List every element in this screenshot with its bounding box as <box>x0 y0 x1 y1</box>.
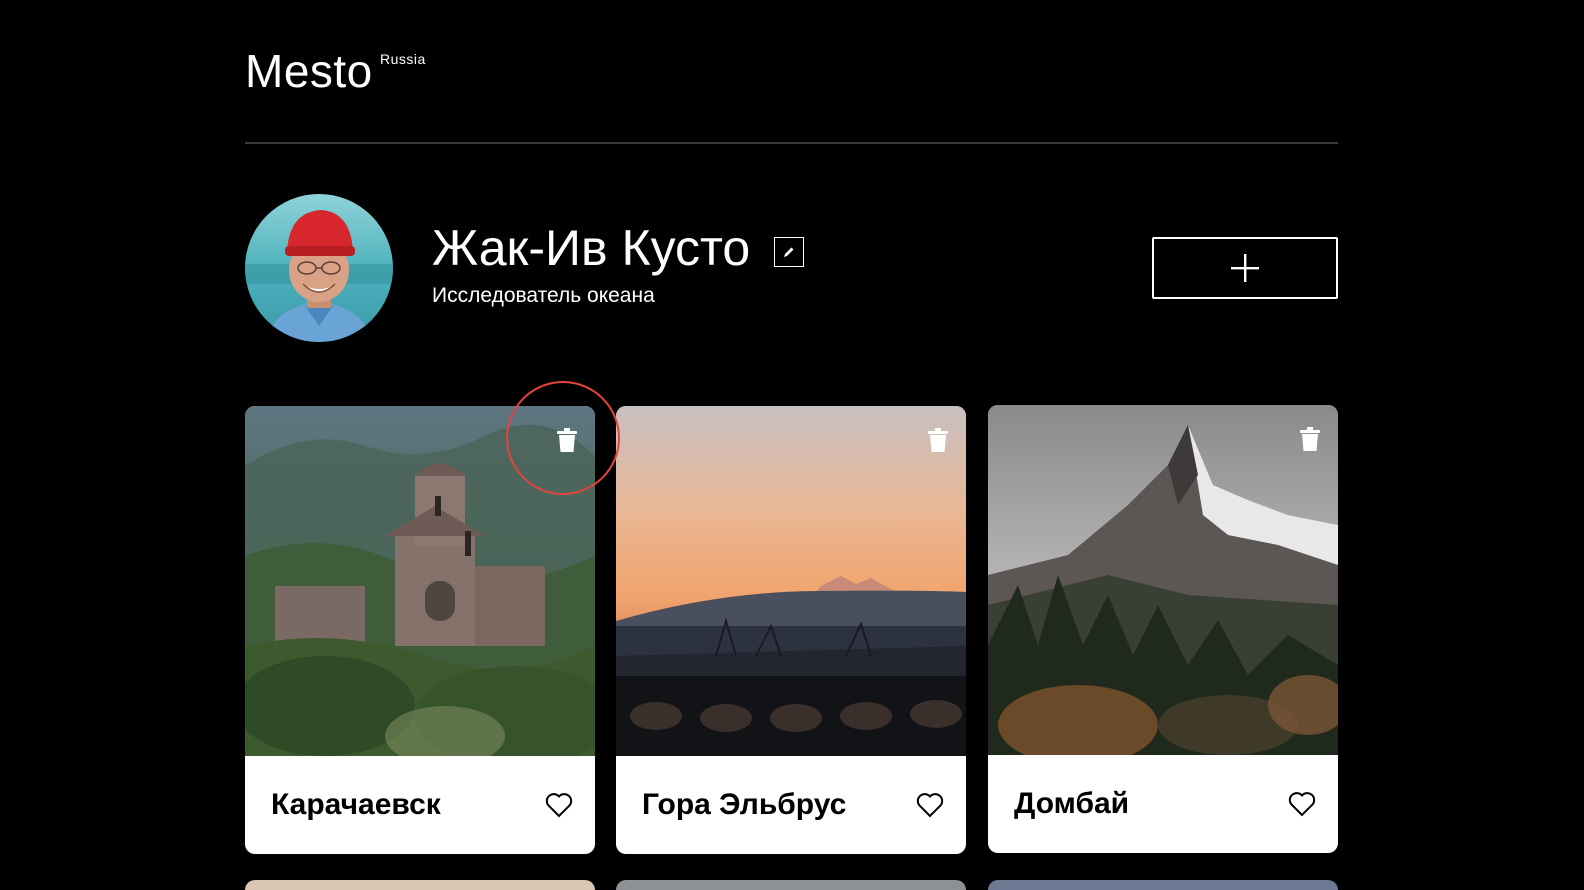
card-photo <box>245 406 595 756</box>
edit-profile-button[interactable] <box>774 236 805 267</box>
card-photo <box>988 405 1338 755</box>
trash-icon[interactable] <box>1300 427 1320 451</box>
logo-text: Mesto <box>245 45 373 97</box>
card: Домбай <box>988 405 1338 853</box>
trash-icon[interactable] <box>928 428 948 452</box>
trash-icon[interactable] <box>557 428 577 452</box>
card: Карачаевск <box>245 406 595 854</box>
card: Гора Эльбрус <box>616 406 966 854</box>
header: Mesto Russia <box>245 45 425 108</box>
logo-region: Russia <box>380 51 426 67</box>
heart-icon[interactable] <box>1288 791 1316 817</box>
card-image[interactable] <box>245 406 595 756</box>
card-photo <box>616 406 966 756</box>
heart-icon[interactable] <box>916 792 944 818</box>
profile-about: Исследователь океана <box>432 283 655 307</box>
card-image[interactable] <box>988 405 1338 755</box>
card-next-row <box>616 880 966 890</box>
card-next-row <box>245 880 595 890</box>
pencil-icon <box>784 247 794 257</box>
card-footer: Домбай <box>988 755 1338 853</box>
header-divider <box>245 142 1338 144</box>
add-card-button[interactable] <box>1152 237 1338 299</box>
avatar[interactable] <box>245 194 393 342</box>
profile-info: Жак-Ив Кусто Исследователь океана <box>432 220 805 308</box>
card-title: Карачаевск <box>271 788 441 821</box>
card-next-row <box>988 880 1338 890</box>
page: Mesto Russia Жак-Ив Кусто Исследователь … <box>0 0 1584 890</box>
avatar-image <box>245 194 393 342</box>
card-footer: Карачаевск <box>245 756 595 854</box>
card-image[interactable] <box>616 406 966 756</box>
card-title: Гора Эльбрус <box>642 788 847 821</box>
card-footer: Гора Эльбрус <box>616 756 966 854</box>
profile-name: Жак-Ив Кусто <box>432 220 751 276</box>
logo[interactable]: Mesto Russia <box>245 45 425 97</box>
heart-icon[interactable] <box>545 792 573 818</box>
profile-name-row: Жак-Ив Кусто <box>432 220 805 278</box>
plus-icon <box>1231 254 1259 282</box>
card-title: Домбай <box>1014 787 1130 820</box>
